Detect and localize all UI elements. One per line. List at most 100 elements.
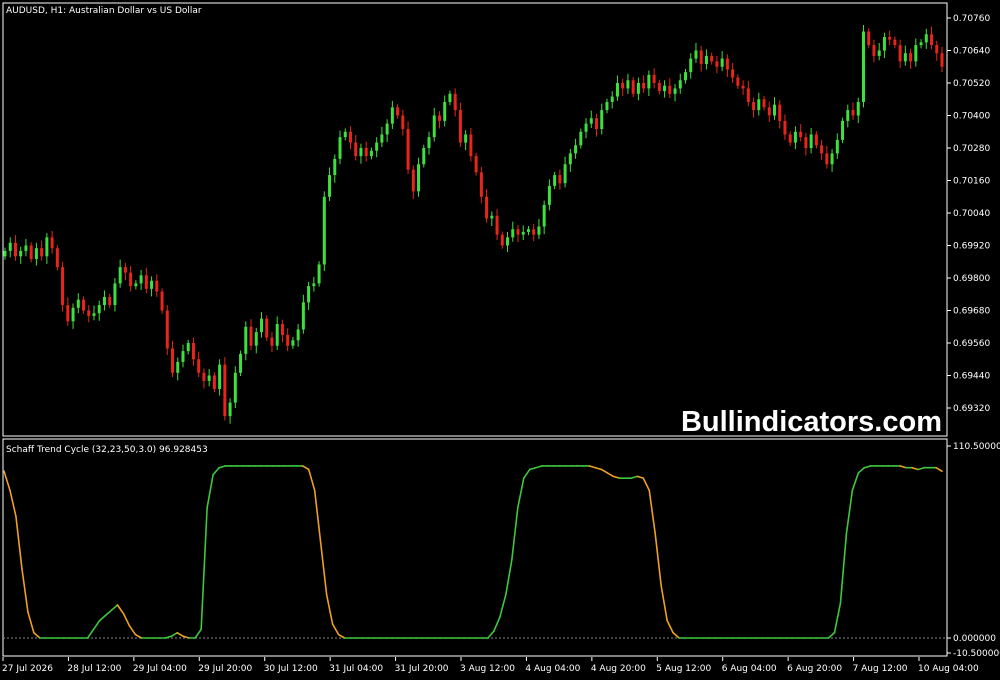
candle-body <box>872 45 876 56</box>
candle-body <box>181 351 185 362</box>
candle-body <box>139 275 143 284</box>
candle-body <box>783 120 787 135</box>
candle-body <box>396 107 400 116</box>
candle-body <box>537 226 541 235</box>
candle-body <box>511 229 515 238</box>
candle-body <box>464 134 468 143</box>
candle-body <box>301 302 305 330</box>
candle-body <box>678 80 682 89</box>
indicator-label: Schaff Trend Cycle (32,23,50,3.0) 96.928… <box>6 445 208 455</box>
candle-body <box>898 45 902 62</box>
candle-body <box>165 310 169 349</box>
time-tick-label: 29 Jul 20:00 <box>198 664 252 674</box>
candle-body <box>218 364 222 390</box>
candle-body <box>867 31 871 46</box>
candle-body <box>663 85 667 92</box>
candle-body <box>338 137 342 159</box>
candle-body <box>286 334 290 346</box>
time-tick-label: 3 Aug 12:00 <box>460 664 515 674</box>
candle-body <box>76 299 80 308</box>
candle-body <box>935 45 939 54</box>
candle-body <box>542 204 546 227</box>
candle-body <box>197 359 201 373</box>
candle-body <box>333 158 337 176</box>
candle-body <box>877 50 881 56</box>
candle-body <box>406 129 410 170</box>
candle-body <box>615 83 619 97</box>
candle-body <box>694 50 698 59</box>
candle-body <box>506 237 510 246</box>
candle-body <box>825 153 829 165</box>
candle-body <box>427 137 431 148</box>
candle-body <box>631 80 635 94</box>
watermark: Bullindicators.com <box>681 406 942 438</box>
candle-body <box>422 148 426 165</box>
candle-body <box>113 283 117 306</box>
candle-body <box>626 80 630 89</box>
candle-body <box>118 267 122 284</box>
candle-body <box>579 131 583 146</box>
candle-body <box>861 31 865 102</box>
candle-body <box>34 248 38 260</box>
time-tick-label: 28 Jul 12:00 <box>67 664 121 674</box>
candle-body <box>600 110 604 130</box>
candle-body <box>610 96 614 102</box>
candle-body <box>328 175 332 197</box>
candle-body <box>772 104 776 116</box>
candle-body <box>380 134 384 143</box>
candle-body <box>553 175 557 186</box>
candle-body <box>841 120 845 140</box>
candle-body <box>532 229 536 235</box>
candle-body <box>191 343 195 360</box>
candle-body <box>212 375 216 390</box>
candle-body <box>888 36 892 40</box>
candle-body <box>893 39 897 46</box>
time-tick-label: 4 Aug 20:00 <box>591 664 646 674</box>
candle-body <box>359 148 363 157</box>
time-tick-label: 31 Jul 04:00 <box>329 664 383 674</box>
chart-window: AUDUSD, H1: Australian Dollar vs US Doll… <box>0 0 1000 680</box>
price-tick-label: 0.70040 <box>953 209 990 219</box>
candle-body <box>516 229 520 235</box>
candle-body <box>275 324 279 346</box>
candle-body <box>903 53 907 62</box>
candle-body <box>699 50 703 65</box>
candle-body <box>97 305 101 314</box>
price-tick-label: 0.69320 <box>953 404 990 414</box>
price-tick-label: 0.69440 <box>953 372 990 382</box>
candle-body <box>92 313 96 316</box>
candle-body <box>767 107 771 116</box>
candle-body <box>574 145 578 154</box>
candle-body <box>715 61 719 67</box>
candle-body <box>652 74 656 83</box>
candle-body <box>568 153 572 165</box>
candle-body <box>924 34 928 43</box>
candle-body <box>793 131 797 143</box>
candle-body <box>558 175 562 184</box>
candle-body <box>919 42 923 46</box>
candle-body <box>369 150 373 157</box>
candle-body <box>547 185 551 205</box>
candle-body <box>40 248 44 257</box>
candle-body <box>657 83 661 92</box>
price-tick-label: 0.70640 <box>953 47 990 57</box>
price-tick-label: 0.69800 <box>953 274 990 284</box>
candle-body <box>563 164 567 184</box>
symbol-label: AUDUSD, H1: Australian Dollar vs US Doll… <box>6 6 202 16</box>
chart-background <box>0 0 1000 680</box>
candle-body <box>474 156 478 173</box>
price-tick-label: 0.69920 <box>953 242 990 252</box>
candle-body <box>202 372 206 381</box>
candle-body <box>375 142 379 151</box>
candle-body <box>102 296 106 306</box>
candle-body <box>244 326 248 354</box>
candle-body <box>809 134 813 148</box>
candle-body <box>636 83 640 94</box>
candle-body <box>61 267 65 306</box>
candle-body <box>239 353 243 373</box>
candle-body <box>804 137 808 148</box>
candle-body <box>385 123 389 135</box>
time-tick-label: 31 Jul 20:00 <box>395 664 449 674</box>
candle-body <box>45 237 49 257</box>
candle-body <box>469 134 473 157</box>
